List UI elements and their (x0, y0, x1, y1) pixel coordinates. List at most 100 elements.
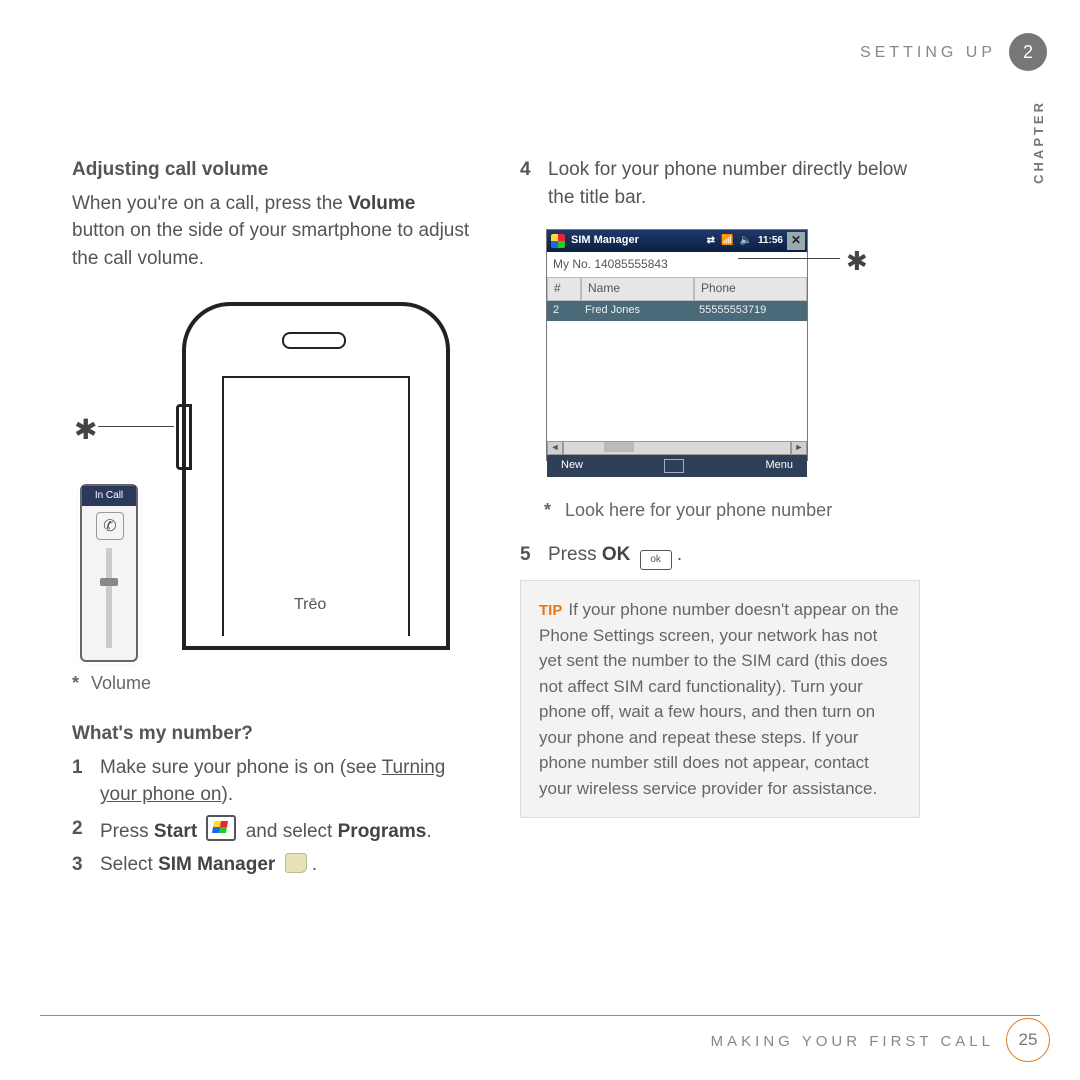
callout-line (98, 426, 174, 427)
sync-icon: ⇄ (707, 234, 715, 249)
step-1: 1 Make sure your phone is on (see Turnin… (72, 754, 472, 809)
scroll-left-icon: ◄ (547, 441, 563, 455)
text: Press (548, 544, 602, 565)
caption-text: Look here for your phone number (565, 500, 832, 520)
col-name: Name (581, 277, 694, 300)
scroll-thumb (604, 442, 634, 452)
adjust-volume-body: When you're on a call, press the Volume … (72, 190, 472, 273)
footer-section: MAKING YOUR FIRST CALL (711, 1033, 994, 1050)
sim-window: SIM Manager ⇄ 📶 🔈 11:56 ✕ My No. 1408555… (546, 229, 808, 461)
left-column: Adjusting call volume When you're on a c… (72, 156, 472, 885)
text: . (672, 544, 683, 565)
start-bold: Start (154, 821, 197, 842)
asterisk-icon: * (544, 500, 565, 520)
text: Press (100, 821, 154, 842)
text: Make sure your phone is on (see (100, 757, 382, 778)
step-4: 4 Look for your phone number directly be… (520, 156, 920, 211)
in-call-title: In Call (82, 486, 136, 506)
steps-list-cont2: 5 Press OK ok . (520, 541, 920, 570)
sim-title-text: SIM Manager (571, 233, 639, 249)
sim-manager-screenshot: SIM Manager ⇄ 📶 🔈 11:56 ✕ My No. 1408555… (546, 229, 906, 489)
step-number: 2 (72, 815, 88, 846)
tip-label: TIP (539, 602, 568, 619)
cell-phone: 55555553719 (693, 301, 807, 321)
sim-table-row: 2 Fred Jones 55555553719 (547, 301, 807, 321)
sim-manager-bold: SIM Manager (158, 854, 275, 875)
sim-table-header: # Name Phone (547, 277, 807, 300)
volume-icon: 🔈 (740, 234, 752, 249)
scroll-track (563, 441, 791, 455)
step-body: Press OK ok . (548, 541, 920, 570)
close-icon: ✕ (787, 232, 805, 250)
heading-my-number: What's my number? (72, 720, 472, 748)
asterisk-icon: ✱ (74, 410, 97, 451)
caption-text: Volume (91, 673, 151, 693)
keyboard-icon (664, 459, 684, 473)
chapter-badge: 2 (1009, 33, 1047, 71)
section-header: SETTING UP (860, 44, 996, 62)
step-3: 3 Select SIM Manager . (72, 851, 472, 879)
signal-icon: 📶 (721, 234, 733, 249)
phone-illustration: Trēo ✱ In Call ✆ (72, 292, 472, 662)
page-number-badge: 25 (1006, 1018, 1050, 1062)
volume-bold: Volume (348, 193, 415, 214)
steps-list-cont: 4 Look for your phone number directly be… (520, 156, 920, 211)
in-call-volume-popup: In Call ✆ (80, 484, 138, 662)
callout-line (738, 258, 840, 259)
softkey-menu: Menu (765, 458, 793, 474)
tip-box: TIPIf your phone number doesn't appear o… (520, 580, 920, 818)
my-number-row: My No. 14085555843 (547, 252, 807, 277)
volume-button-side (176, 404, 192, 470)
text: button on the side of your smartphone to… (72, 220, 469, 269)
step-body: Select SIM Manager . (100, 851, 472, 879)
sim-titlebar: SIM Manager ⇄ 📶 🔈 11:56 ✕ (547, 230, 807, 252)
step-number: 1 (72, 754, 88, 809)
manual-page: SETTING UP 2 CHAPTER Adjusting call volu… (0, 0, 1080, 1080)
heading-adjust-volume: Adjusting call volume (72, 156, 472, 184)
volume-slider-track (106, 548, 112, 648)
start-flag-icon (551, 234, 565, 248)
cell-num: 2 (547, 301, 579, 321)
asterisk-icon: * (72, 673, 91, 693)
right-column: 4 Look for your phone number directly be… (520, 156, 920, 818)
caption-look-here: *Look here for your phone number (544, 497, 920, 523)
cell-name: Fred Jones (579, 301, 693, 321)
phone-screen: Trēo (222, 376, 410, 636)
col-hash: # (547, 277, 581, 300)
phone-logo: Trēo (294, 593, 326, 616)
step-number: 5 (520, 541, 536, 570)
text: When you're on a call, press the (72, 193, 348, 214)
text: Select (100, 854, 158, 875)
footer-rule (40, 1015, 1040, 1016)
step-body: Make sure your phone is on (see Turning … (100, 754, 472, 809)
status-icons: ⇄ 📶 🔈 11:56 (707, 234, 783, 249)
sim-table-body (547, 321, 807, 441)
text: ). (222, 784, 234, 805)
ok-bold: OK (602, 544, 631, 565)
windows-key-icon (206, 815, 236, 841)
phone-body-outline: Trēo (182, 302, 450, 650)
scrollbar: ◄ ► (547, 441, 807, 455)
step-number: 3 (72, 851, 88, 879)
steps-list: 1 Make sure your phone is on (see Turnin… (72, 754, 472, 879)
text: . (426, 821, 431, 842)
volume-slider-thumb (100, 578, 118, 586)
scroll-right-icon: ► (791, 441, 807, 455)
step-5: 5 Press OK ok . (520, 541, 920, 570)
asterisk-icon: ✱ (846, 243, 868, 281)
step-body: Look for your phone number directly belo… (548, 156, 920, 211)
text: . (307, 854, 318, 875)
sim-manager-icon (285, 853, 307, 873)
clock-text: 11:56 (758, 234, 783, 249)
programs-bold: Programs (338, 821, 427, 842)
step-number: 4 (520, 156, 536, 211)
step-2: 2 Press Start and select Programs. (72, 815, 472, 846)
tip-body: If your phone number doesn't appear on t… (539, 600, 899, 798)
ok-button-icon: ok (640, 550, 672, 570)
step-body: Press Start and select Programs. (100, 815, 472, 846)
phone-speaker (282, 332, 346, 349)
col-phone: Phone (694, 277, 807, 300)
phone-icon: ✆ (96, 512, 124, 540)
chapter-side-label: CHAPTER (1031, 100, 1046, 184)
softkey-bar: New Menu (547, 455, 807, 477)
